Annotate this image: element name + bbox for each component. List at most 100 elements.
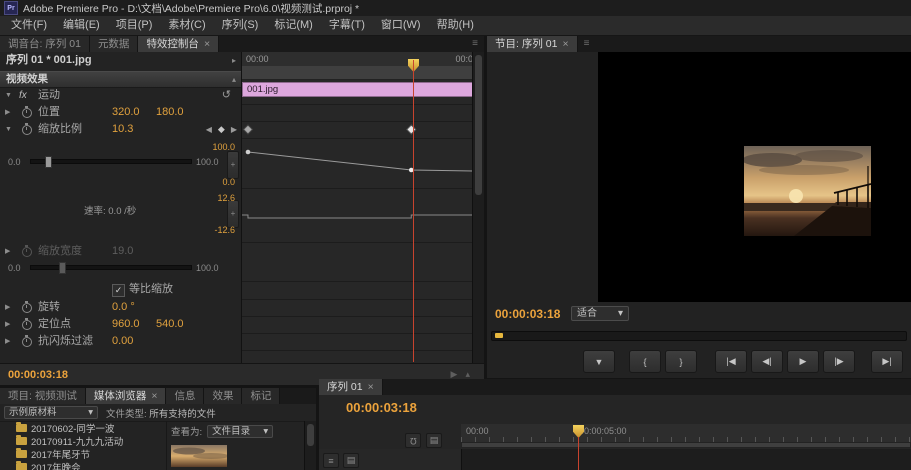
reset-effect-icon[interactable]: ↺ <box>222 88 231 103</box>
menu-project[interactable]: 项目(P) <box>108 16 161 35</box>
media-thumbnail[interactable] <box>171 445 227 467</box>
menu-clip[interactable]: 素材(C) <box>160 16 213 35</box>
close-icon[interactable]: × <box>562 36 568 52</box>
source-dropdown[interactable]: 示例原材料 ▾ <box>4 406 98 419</box>
zoom-fit-dropdown[interactable]: 适合 ▾ <box>571 306 629 321</box>
media-browser-scrollbar[interactable] <box>304 421 316 470</box>
stopwatch-icon[interactable] <box>22 125 32 135</box>
scale-value[interactable]: 10.3 <box>112 122 133 137</box>
close-icon[interactable]: × <box>151 388 157 404</box>
stopwatch-icon[interactable] <box>22 303 32 313</box>
effect-controls-timecode[interactable]: 00:00:03:18 <box>0 369 68 381</box>
tab-media-browser[interactable]: 媒体浏览器 × <box>86 388 167 404</box>
tab-program[interactable]: 节目: 序列 01 × <box>487 36 578 52</box>
mark-out-button[interactable]: } <box>665 350 697 373</box>
work-area-bar[interactable] <box>461 442 911 448</box>
folder-item[interactable]: 2017年尾牙节 <box>0 447 166 460</box>
go-to-in-button[interactable]: |◀ <box>715 350 747 373</box>
stopwatch-icon[interactable] <box>22 108 32 118</box>
mark-in-button[interactable]: { <box>629 350 661 373</box>
video-track-lane[interactable] <box>461 449 911 470</box>
uniform-scale-checkbox[interactable]: ✓ <box>112 284 125 297</box>
tab-effect-controls[interactable]: 特效控制台 × <box>138 36 219 52</box>
folder-item[interactable]: 2017年晚会 <box>0 460 166 470</box>
timeline-tools: Ω ▤ <box>405 433 442 448</box>
position-y-value[interactable]: 180.0 <box>156 105 184 120</box>
menu-sequence[interactable]: 序列(S) <box>214 16 267 35</box>
triangle-down-icon[interactable]: ▼ <box>5 88 12 103</box>
menu-help[interactable]: 帮助(H) <box>429 16 482 35</box>
menu-window[interactable]: 窗口(W) <box>373 16 429 35</box>
scrubber-playhead[interactable] <box>495 333 503 338</box>
collapse-section-icon[interactable]: ▴ <box>232 72 236 87</box>
track-output-button[interactable]: ▤ <box>343 453 359 468</box>
snap-toggle-button[interactable]: Ω <box>405 433 421 448</box>
menu-marker[interactable]: 标记(M) <box>266 16 321 35</box>
antiflicker-value[interactable]: 0.00 <box>112 334 133 349</box>
tab-info[interactable]: 信息 <box>166 388 204 404</box>
folder-item[interactable]: 20170911-九九九活动 <box>0 434 166 447</box>
graph-zero-row: 0.0 <box>0 175 241 187</box>
play-button[interactable]: ▶ <box>787 350 819 373</box>
folder-item[interactable]: 20170602-同学一波 <box>0 421 166 434</box>
anchor-x-value[interactable]: 960.0 <box>112 317 140 332</box>
video-effects-section[interactable]: 视频效果 ▴ <box>0 71 241 88</box>
menu-file[interactable]: 文件(F) <box>3 16 55 35</box>
scale-width-slider-handle <box>59 262 66 274</box>
triangle-down-icon[interactable]: ▼ <box>5 122 12 137</box>
show-timeline-view-icon[interactable]: ▸ <box>232 53 236 68</box>
effect-controls-scrollbar[interactable] <box>472 52 484 364</box>
step-forward-button[interactable]: |▶ <box>823 350 855 373</box>
scale-slider[interactable] <box>30 159 192 164</box>
panel-menu-icon[interactable]: ≡ <box>578 36 596 52</box>
program-timecode[interactable]: 00:00:03:18 <box>495 307 560 321</box>
program-scrubber[interactable] <box>491 331 907 341</box>
scrollbar-thumb[interactable] <box>475 55 482 195</box>
tab-metadata[interactable]: 元数据 <box>90 36 139 52</box>
video-effects-label: 视频效果 <box>6 72 48 87</box>
stopwatch-icon[interactable] <box>22 337 32 347</box>
position-x-value[interactable]: 320.0 <box>112 105 140 120</box>
anchor-y-value[interactable]: 540.0 <box>156 317 184 332</box>
next-keyframe-icon[interactable]: ▶ <box>231 122 237 137</box>
scrollbar-thumb[interactable] <box>307 424 314 446</box>
motion-effect-row[interactable]: ▼ fx 运动 ↺ <box>0 88 241 103</box>
tab-sequence[interactable]: 序列 01 × <box>319 379 383 395</box>
view-as-dropdown[interactable]: 文件目录 ▾ <box>207 425 273 438</box>
menu-title[interactable]: 字幕(T) <box>321 16 373 35</box>
add-marker-button[interactable]: ▼ <box>583 350 615 373</box>
antiflicker-label: 抗闪烁过滤 <box>38 334 93 349</box>
close-icon[interactable]: × <box>204 36 210 52</box>
timeline-display-settings-button[interactable]: ▤ <box>426 433 442 448</box>
step-back-button[interactable]: ◀| <box>751 350 783 373</box>
file-type-value[interactable]: 所有支持的文件 <box>149 409 216 420</box>
add-keyframe-icon[interactable]: ◆ <box>218 122 225 137</box>
triangle-right-icon[interactable]: ▶ <box>5 300 10 315</box>
go-to-out-button[interactable]: ▶| <box>871 350 903 373</box>
triangle-right-icon[interactable]: ▶ <box>5 244 10 259</box>
triangle-right-icon[interactable]: ▶ <box>5 334 10 349</box>
timeline-ruler[interactable]: 00:00 00:00:05:00 <box>461 424 911 443</box>
motion-label[interactable]: 运动 <box>38 88 60 103</box>
menu-edit[interactable]: 编辑(E) <box>55 16 108 35</box>
triangle-right-icon[interactable]: ▶ <box>5 317 10 332</box>
prev-keyframe-icon[interactable]: ◀ <box>206 122 212 137</box>
timeline-timecode[interactable]: 00:00:03:18 <box>346 400 417 415</box>
tab-effects[interactable]: 效果 <box>204 388 242 404</box>
stopwatch-icon[interactable] <box>22 320 32 330</box>
tab-audio-mixer[interactable]: 调音台: 序列 01 <box>0 36 90 52</box>
keyframe-nav: ◀ ◆ ▶ <box>206 122 237 137</box>
scale-slider-handle[interactable] <box>45 156 52 168</box>
rotation-label: 旋转 <box>38 300 60 315</box>
triangle-right-icon[interactable]: ▶ <box>5 105 10 120</box>
tab-project[interactable]: 项目: 视频测试 <box>0 388 86 404</box>
rotation-value[interactable]: 0.0 ° <box>112 300 135 315</box>
panel-menu-icon[interactable]: ≡ <box>466 36 484 52</box>
scale-width-label: 缩放宽度 <box>38 244 82 259</box>
close-icon[interactable]: × <box>368 379 374 395</box>
tab-effects-label: 效果 <box>212 388 233 404</box>
tab-markers[interactable]: 标记 <box>242 388 280 404</box>
source-dropdown-label: 示例原材料 <box>9 407 57 418</box>
track-lock-button[interactable]: ≡ <box>323 453 339 468</box>
effect-properties-column: 序列 01 * 001.jpg ▸ 视频效果 ▴ ▼ fx 运动 ↺ ▶ 位置 … <box>0 52 241 364</box>
